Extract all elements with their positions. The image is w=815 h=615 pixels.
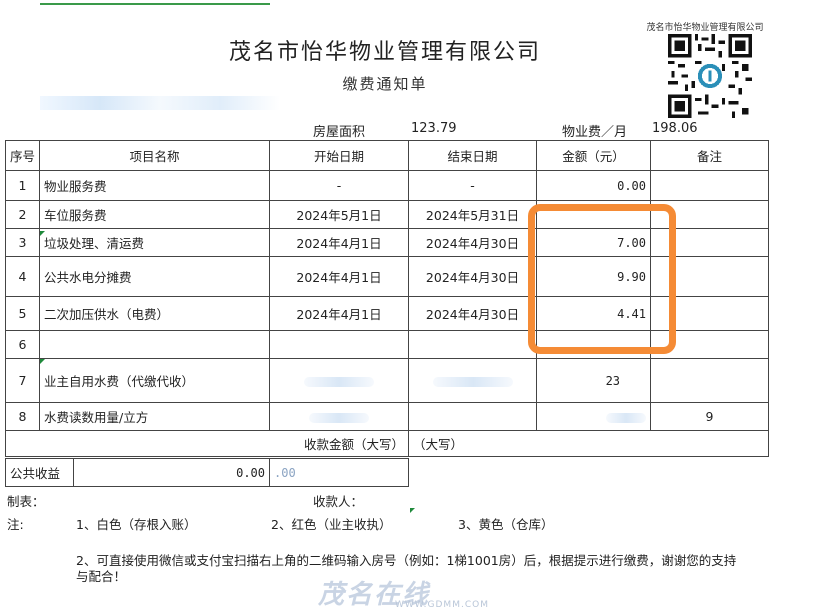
row-end-redacted <box>408 402 538 431</box>
watermark-url: WWW.GDMM.COM <box>395 600 489 610</box>
table-row: 6 <box>4 330 770 359</box>
row-amount: 4.41 <box>536 296 652 331</box>
row-no: 1 <box>4 170 41 201</box>
header-item: 项目名称 <box>39 140 271 171</box>
row-amount <box>536 330 652 359</box>
row-amount-redacted <box>536 402 652 431</box>
public-income-table: 公共收益 0.00 .00 <box>5 458 409 487</box>
payment-instruction-line1: 2、可直接使用微信或支付宝扫描右上角的二维码输入房号（例如：1梯1001房）后，… <box>76 553 737 568</box>
row-item: 水费读数用量/立方 <box>39 402 271 431</box>
table-row: 5 二次加压供水（电费） 2024年4月1日 2024年4月30日 4.41 <box>4 296 770 331</box>
row-no: 6 <box>4 330 41 359</box>
row-note <box>650 358 770 403</box>
total-row: 收款金额（大写） （大写） <box>4 430 770 457</box>
row-item: 物业服务费 <box>39 170 271 201</box>
row-amount: 7.00 <box>536 228 652 257</box>
row-item: 二次加压供水（电费） <box>39 296 271 331</box>
table-row: 7 业主自用水费（代缴代收） 23 <box>4 358 770 403</box>
table-row: 2 车位服务费 2024年5月1日 2024年5月31日 <box>4 200 770 229</box>
row-note <box>650 296 770 331</box>
row-item: 公共水电分摊费 <box>39 256 271 297</box>
row-end: 2024年4月30日 <box>408 256 538 297</box>
row-start: 2024年4月1日 <box>269 256 410 297</box>
row-no: 8 <box>4 402 41 431</box>
row-end <box>408 330 538 359</box>
cell-marker-icon <box>410 508 415 513</box>
row-item: 业主自用水费（代缴代收） <box>39 358 271 403</box>
row-start <box>269 330 410 359</box>
row-note: 9 <box>650 402 770 431</box>
redacted-address <box>40 96 280 110</box>
row-end-redacted <box>408 358 538 403</box>
area-value: 123.79 <box>411 121 457 136</box>
row-note <box>650 200 770 229</box>
total-label: 收款金额（大写） <box>4 430 410 457</box>
row-note <box>650 170 770 201</box>
row-no: 7 <box>4 358 41 403</box>
receiver-label: 收款人： <box>313 494 364 509</box>
row-end: 2024年5月31日 <box>408 200 538 229</box>
qr-caption: 茂名市怡华物业管理有限公司 <box>646 23 764 33</box>
note-copy-red: 2、红色（业主收执） <box>271 517 392 532</box>
property-fee-value: 198.06 <box>652 121 698 136</box>
row-item <box>39 330 271 359</box>
note-copy-white: 1、白色（存根入账） <box>76 517 197 532</box>
payment-instruction-line2: 与配合！ <box>76 569 127 584</box>
total-value: （大写） <box>408 430 770 457</box>
row-no: 4 <box>4 256 41 297</box>
header-note: 备注 <box>650 140 770 171</box>
table-row: 1 物业服务费 - - 0.00 <box>4 170 770 201</box>
header-no: 序号 <box>4 140 41 171</box>
row-item: 垃圾处理、清运费 <box>39 228 271 257</box>
table-row: 4 公共水电分摊费 2024年4月1日 2024年4月30日 9.90 <box>4 256 770 297</box>
row-note <box>650 256 770 297</box>
qr-code-icon[interactable] <box>668 34 752 118</box>
row-no: 2 <box>4 200 41 229</box>
cell-marker-icon <box>40 231 45 236</box>
property-fee-label: 物业费／月 <box>562 125 628 140</box>
maker-label: 制表： <box>7 494 45 509</box>
top-green-line <box>40 3 270 5</box>
public-income-value: 0.00 <box>73 458 270 487</box>
row-start: 2024年4月1日 <box>269 228 410 257</box>
row-end: 2024年4月30日 <box>408 296 538 331</box>
note-label: 注: <box>7 517 24 532</box>
row-end: 2024年4月30日 <box>408 228 538 257</box>
company-title: 茂名市怡华物业管理有限公司 <box>228 40 541 65</box>
table-row: 8 水费读数用量/立方 9 <box>4 402 770 431</box>
row-amount: 9.90 <box>536 256 652 297</box>
public-income-other: .00 <box>269 458 409 487</box>
table-row: 3 垃圾处理、清运费 2024年4月1日 2024年4月30日 7.00 <box>4 228 770 257</box>
document-title: 缴费通知单 <box>342 75 428 93</box>
row-item: 车位服务费 <box>39 200 271 229</box>
public-income-label: 公共收益 <box>5 458 74 487</box>
row-end: - <box>408 170 538 201</box>
row-no: 5 <box>4 296 41 331</box>
fee-table: 序号 项目名称 开始日期 结束日期 金额（元） 备注 1 物业服务费 - - 0… <box>4 140 770 457</box>
row-start-redacted <box>269 402 410 431</box>
row-start: - <box>269 170 410 201</box>
row-amount <box>536 200 652 229</box>
row-start: 2024年5月1日 <box>269 200 410 229</box>
row-amount: 0.00 <box>536 170 652 201</box>
header-end-date: 结束日期 <box>408 140 538 171</box>
row-note <box>650 330 770 359</box>
row-start: 2024年4月1日 <box>269 296 410 331</box>
area-label: 房屋面积 <box>313 125 366 140</box>
row-note <box>650 228 770 257</box>
header-start-date: 开始日期 <box>269 140 410 171</box>
header-amount: 金额（元） <box>536 140 652 171</box>
row-start-redacted <box>269 358 410 403</box>
table-header-row: 序号 项目名称 开始日期 结束日期 金额（元） 备注 <box>4 140 770 171</box>
row-amount: 23 <box>536 358 652 403</box>
row-no: 3 <box>4 228 41 257</box>
note-copy-yellow: 3、黄色（仓库） <box>458 517 554 532</box>
cell-marker-icon <box>40 359 45 364</box>
